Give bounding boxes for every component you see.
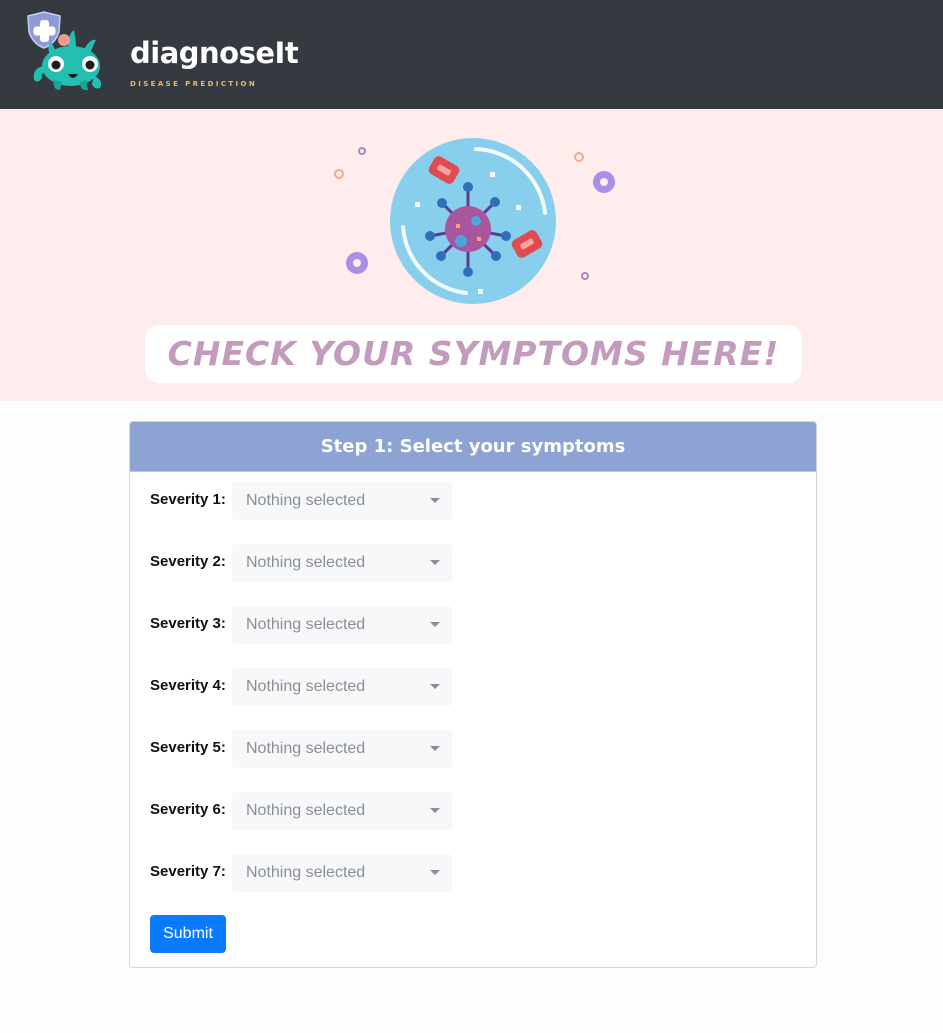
severity-label-4: Severity 4:: [150, 677, 226, 694]
severity-label-3: Severity 3:: [150, 615, 226, 632]
caret-down-icon: [430, 870, 440, 875]
caret-down-icon: [430, 746, 440, 751]
app-logo[interactable]: diagnoseIt DISEASE PREDICTION: [24, 10, 299, 92]
severity-select-4[interactable]: Nothing selected: [232, 668, 452, 706]
caret-down-icon: [430, 622, 440, 627]
caret-down-icon: [430, 560, 440, 565]
severity-select-7[interactable]: Nothing selected: [232, 854, 452, 892]
top-navbar: diagnoseIt DISEASE PREDICTION: [0, 0, 943, 109]
severity-select-value-4: Nothing selected: [246, 678, 366, 695]
severity-row-1: Severity 1: Nothing selected: [150, 482, 460, 520]
card-title: Step 1: Select your symptoms: [320, 436, 626, 457]
severity-select-value-5: Nothing selected: [246, 740, 366, 757]
severity-select-6[interactable]: Nothing selected: [232, 792, 452, 830]
caret-down-icon: [430, 684, 440, 689]
card-header: Step 1: Select your symptoms: [130, 422, 816, 472]
caret-down-icon: [430, 808, 440, 813]
severity-row-5: Severity 5: Nothing selected: [150, 730, 460, 768]
severity-label-2: Severity 2:: [150, 553, 226, 570]
severity-select-value-3: Nothing selected: [246, 616, 366, 633]
severity-label-1: Severity 1:: [150, 491, 226, 508]
severity-select-value-6: Nothing selected: [246, 802, 366, 819]
hero-banner-text: CHECK YOUR SYMPTOMS HERE!: [167, 334, 780, 373]
severity-select-3[interactable]: Nothing selected: [232, 606, 452, 644]
severity-row-2: Severity 2: Nothing selected: [150, 544, 460, 582]
app-tagline: DISEASE PREDICTION: [130, 80, 258, 88]
severity-row-7: Severity 7: Nothing selected: [150, 854, 460, 892]
symptom-form-card: Step 1: Select your symptoms Severity 1:…: [129, 421, 817, 968]
caret-down-icon: [430, 498, 440, 503]
severity-label-7: Severity 7:: [150, 863, 226, 880]
severity-select-value-1: Nothing selected: [246, 492, 366, 509]
severity-select-2[interactable]: Nothing selected: [232, 544, 452, 582]
virus-illustration-icon: [334, 138, 615, 304]
hero-banner: CHECK YOUR SYMPTOMS HERE!: [145, 325, 802, 383]
severity-select-5[interactable]: Nothing selected: [232, 730, 452, 768]
severity-row-4: Severity 4: Nothing selected: [150, 668, 460, 706]
severity-label-6: Severity 6:: [150, 801, 226, 818]
severity-select-value-7: Nothing selected: [246, 864, 366, 881]
severity-row-6: Severity 6: Nothing selected: [150, 792, 460, 830]
app-name: diagnoseIt: [130, 36, 299, 70]
monster-shield-logo-icon: [27, 11, 102, 91]
severity-row-3: Severity 3: Nothing selected: [150, 606, 460, 644]
severity-select-1[interactable]: Nothing selected: [232, 482, 452, 520]
submit-button[interactable]: Submit: [150, 915, 226, 953]
severity-label-5: Severity 5:: [150, 739, 226, 756]
hero-section: CHECK YOUR SYMPTOMS HERE!: [0, 109, 943, 401]
severity-select-value-2: Nothing selected: [246, 554, 366, 571]
